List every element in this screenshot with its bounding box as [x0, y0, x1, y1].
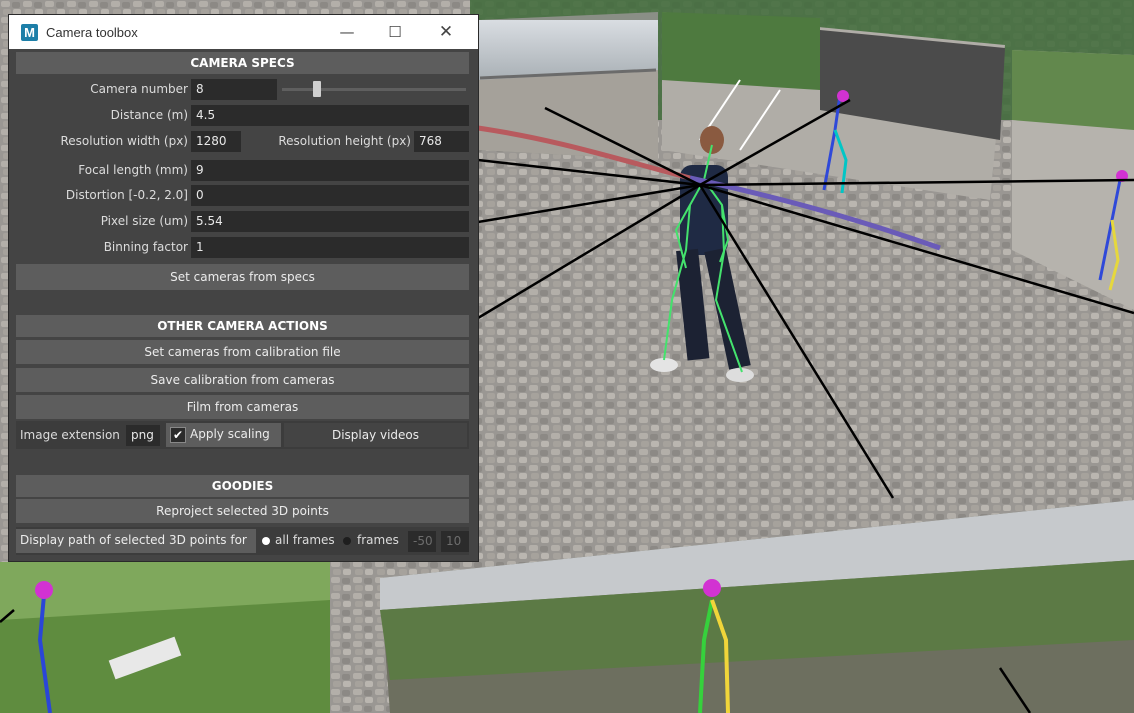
image-extension-row: Image extension png ✔ Apply scaling Disp…: [16, 421, 469, 449]
goodies-header: GOODIES: [16, 475, 469, 497]
binning-field[interactable]: 1: [191, 237, 469, 258]
camera-number-field[interactable]: 8: [191, 79, 277, 100]
distance-row: Distance (m) 4.5: [16, 104, 469, 126]
pixel-size-row: Pixel size (um) 5.54: [16, 210, 469, 232]
res-width-label: Resolution width (px): [60, 134, 189, 148]
save-calibration-button[interactable]: Save calibration from cameras: [16, 368, 469, 392]
focal-field[interactable]: 9: [191, 160, 469, 181]
frames-label: frames: [357, 533, 399, 547]
camera-toolbox-window: M Camera toolbox — ☐ ✕ CAMERA SPECS Came…: [8, 14, 479, 562]
camera-image-1: [478, 12, 658, 160]
image-extension-field[interactable]: png: [126, 425, 160, 446]
pixel-size-field[interactable]: 5.54: [191, 211, 469, 232]
checkbox-checked-icon[interactable]: ✔: [170, 427, 186, 443]
maximize-button[interactable]: ☐: [372, 15, 418, 49]
display-path-row: Display path of selected 3D points for a…: [16, 527, 469, 555]
set-cameras-from-specs-button[interactable]: Set cameras from specs: [16, 264, 469, 290]
distortion-row: Distortion [-0.2, 2.0] 0: [16, 184, 469, 206]
frame-end-field[interactable]: 10: [441, 531, 469, 552]
minimize-button[interactable]: —: [324, 15, 370, 49]
apply-scaling-toggle[interactable]: ✔ Apply scaling: [166, 423, 281, 447]
focal-label: Focal length (mm): [78, 163, 188, 177]
app-icon: M: [21, 23, 38, 41]
frame-start-field[interactable]: -50: [408, 531, 436, 552]
camera-number-label: Camera number: [90, 82, 188, 96]
window-title: Camera toolbox: [46, 24, 138, 40]
distortion-field[interactable]: 0: [191, 185, 469, 206]
distance-label: Distance (m): [110, 108, 188, 122]
reproject-3d-points-button[interactable]: Reproject selected 3D points: [16, 499, 469, 523]
display-videos-button[interactable]: Display videos: [284, 423, 467, 447]
res-width-field[interactable]: 1280: [191, 131, 241, 152]
distance-field[interactable]: 4.5: [191, 105, 469, 126]
camera-number-slider-handle[interactable]: [313, 81, 321, 97]
title-bar[interactable]: M Camera toolbox — ☐ ✕: [9, 15, 478, 49]
frames-radio[interactable]: [343, 537, 351, 545]
distortion-label: Distortion [-0.2, 2.0]: [65, 188, 188, 202]
focal-row: Focal length (mm) 9: [16, 159, 469, 181]
display-path-button[interactable]: Display path of selected 3D points for: [16, 529, 256, 553]
binning-label: Binning factor: [103, 240, 188, 254]
camera-number-slider-track[interactable]: [282, 88, 466, 91]
display-path-label: Display path of selected 3D points for: [20, 533, 247, 547]
other-camera-actions-header: OTHER CAMERA ACTIONS: [16, 315, 469, 337]
close-button[interactable]: ✕: [423, 15, 469, 49]
res-height-field[interactable]: 768: [414, 131, 469, 152]
image-extension-label: Image extension: [20, 428, 120, 442]
apply-scaling-label: Apply scaling: [190, 427, 270, 441]
set-cameras-from-calibration-button[interactable]: Set cameras from calibration file: [16, 340, 469, 364]
binning-row: Binning factor 1: [16, 236, 469, 258]
resolution-row: Resolution width (px) 1280 Resolution he…: [16, 130, 469, 152]
all-frames-label: all frames: [275, 533, 335, 547]
res-height-label: Resolution height (px): [278, 134, 411, 148]
camera-specs-header: CAMERA SPECS: [16, 52, 469, 74]
film-from-cameras-button[interactable]: Film from cameras: [16, 395, 469, 419]
all-frames-radio[interactable]: [262, 537, 270, 545]
camera-number-row: Camera number 8: [16, 78, 469, 100]
pixel-size-label: Pixel size (um): [100, 214, 188, 228]
